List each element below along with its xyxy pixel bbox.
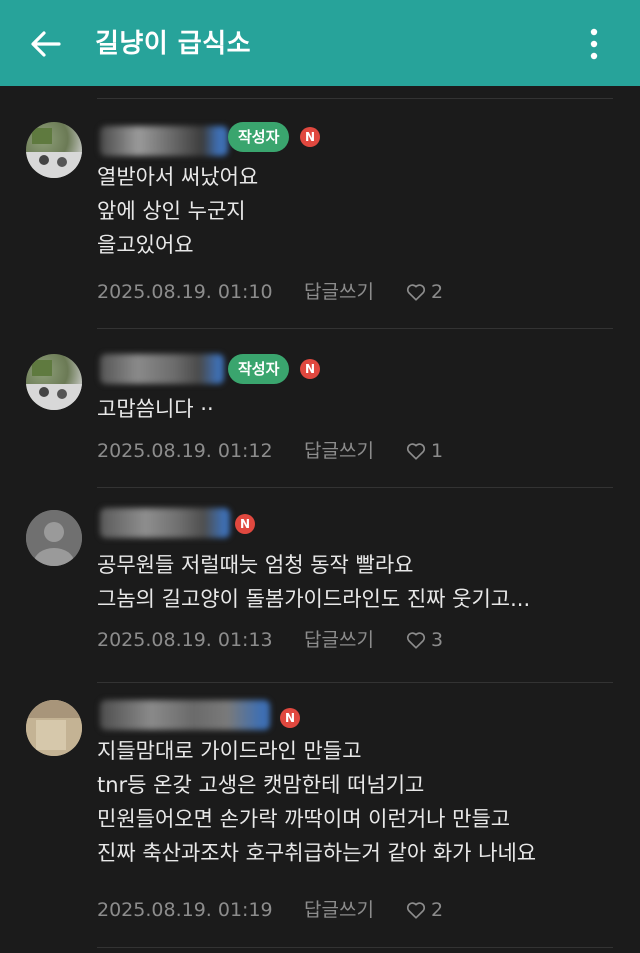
- heart-icon[interactable]: [405, 281, 427, 303]
- comment-body: 지들맘대로 가이드라인 만들고 tnr등 온갖 고생은 캣맘한테 떠넘기고 민원…: [97, 734, 617, 870]
- new-badge: N: [280, 708, 300, 728]
- comment-meta: 2025.08.19. 01:13 답글쓰기 3: [97, 625, 517, 655]
- comment-line: 민원들어오면 손가락 까딱이며 이런거나 만들고: [97, 807, 511, 831]
- nickname-blurred: [100, 700, 270, 730]
- comment-item: 작성자 N 고맙씀니다 ·· 2025.08.19. 01:12 답글쓰기 1: [0, 348, 640, 488]
- comment-meta: 2025.08.19. 01:19 답글쓰기 2: [97, 895, 517, 925]
- author-badge: 작성자: [228, 354, 290, 384]
- page-title: 길냥이 급식소: [95, 29, 252, 59]
- avatar[interactable]: [26, 510, 82, 566]
- comment-line: 공무원들 저럴때늣 엄청 동작 빨라요: [97, 553, 414, 577]
- author-badge: 작성자: [228, 122, 290, 152]
- comment-date: 2025.08.19. 01:12: [97, 440, 273, 462]
- comment-line: 진짜 축산과조차 호구취급하는거 같아 화가 나네요: [97, 841, 537, 865]
- reply-button[interactable]: 답글쓰기: [304, 277, 374, 307]
- nickname-blurred: [100, 508, 230, 538]
- new-badge: N: [300, 127, 320, 147]
- divider: [97, 328, 613, 329]
- comment-meta: 2025.08.19. 01:10 답글쓰기 2: [97, 277, 517, 307]
- nickname-blurred: [100, 126, 228, 156]
- like-count: 2: [431, 899, 444, 921]
- avatar[interactable]: [26, 700, 82, 756]
- nickname-blurred: [100, 354, 224, 384]
- comment-date: 2025.08.19. 01:19: [97, 899, 273, 921]
- comment-item: N 공무원들 저럴때늣 엄청 동작 빨라요 그놈의 길고양이 돌봄가이드라인도 …: [0, 508, 640, 678]
- reply-button[interactable]: 답글쓰기: [304, 895, 374, 925]
- divider: [97, 487, 613, 488]
- comment-body: 열받아서 써났어요 앞에 상인 누군지 을고있어요: [97, 160, 617, 262]
- comment-date: 2025.08.19. 01:10: [97, 281, 273, 303]
- comment-body: 공무원들 저럴때늣 엄청 동작 빨라요 그놈의 길고양이 돌봄가이드라인도 진짜…: [97, 548, 617, 616]
- comment-list: 작성자 N 열받아서 써났어요 앞에 상인 누군지 을고있어요 2025.08.…: [0, 86, 640, 953]
- comment-line: 그놈의 길고양이 돌봄가이드라인도 진짜 웃기고...: [97, 587, 531, 611]
- divider: [97, 947, 613, 948]
- avatar[interactable]: [26, 122, 82, 178]
- divider: [97, 98, 613, 99]
- reply-button[interactable]: 답글쓰기: [304, 625, 374, 655]
- reply-button[interactable]: 답글쓰기: [304, 436, 374, 466]
- like-count: 3: [431, 629, 444, 651]
- comment-item: N 지들맘대로 가이드라인 만들고 tnr등 온갖 고생은 캣맘한테 떠넘기고 …: [0, 698, 640, 938]
- avatar[interactable]: [26, 354, 82, 410]
- heart-icon[interactable]: [405, 629, 427, 651]
- back-arrow-icon[interactable]: [26, 24, 66, 64]
- comment-body: 고맙씀니다 ··: [97, 392, 617, 426]
- comment-line: 지들맘대로 가이드라인 만들고: [97, 739, 362, 763]
- divider: [97, 682, 613, 683]
- more-vert-icon[interactable]: [578, 24, 610, 64]
- comment-item: 작성자 N 열받아서 써났어요 앞에 상인 누군지 을고있어요 2025.08.…: [0, 116, 640, 328]
- comment-meta: 2025.08.19. 01:12 답글쓰기 1: [97, 436, 517, 466]
- comment-line: 고맙씀니다 ··: [97, 397, 214, 421]
- new-badge: N: [300, 359, 320, 379]
- heart-icon[interactable]: [405, 899, 427, 921]
- like-count: 1: [431, 440, 444, 462]
- app-header: 길냥이 급식소: [0, 0, 640, 86]
- heart-icon[interactable]: [405, 440, 427, 462]
- comment-line: 을고있어요: [97, 233, 194, 257]
- comment-line: 열받아서 써났어요: [97, 165, 259, 189]
- new-badge: N: [235, 514, 255, 534]
- comment-line: 앞에 상인 누군지: [97, 199, 246, 223]
- comment-date: 2025.08.19. 01:13: [97, 629, 273, 651]
- comment-line: tnr등 온갖 고생은 캣맘한테 떠넘기고: [97, 773, 425, 797]
- like-count: 2: [431, 281, 444, 303]
